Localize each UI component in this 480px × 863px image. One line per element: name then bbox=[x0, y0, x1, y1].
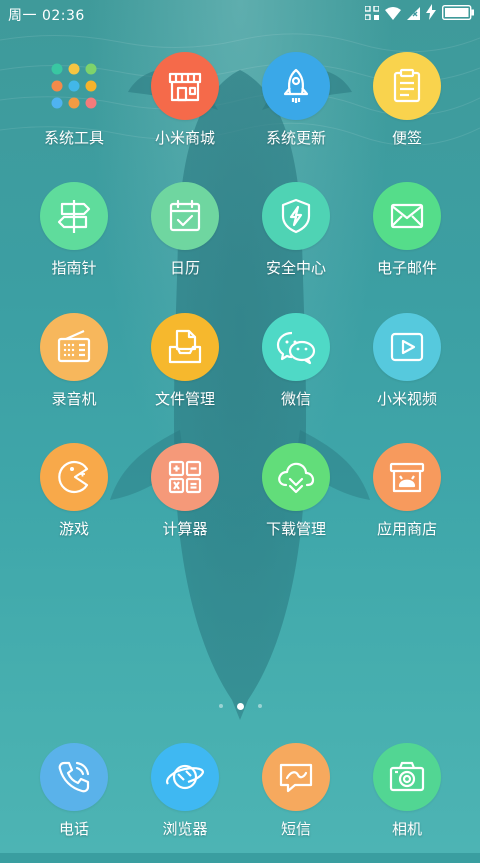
app-label: 相机 bbox=[391, 820, 422, 838]
app-label: 安全中心 bbox=[265, 259, 326, 277]
app-label: 系统更新 bbox=[265, 129, 326, 147]
app-mi-store[interactable]: 小米商城 bbox=[130, 52, 240, 172]
sim-off-icon bbox=[407, 5, 420, 24]
store-icon bbox=[151, 52, 219, 120]
status-bar: 周一 02:36 bbox=[0, 0, 480, 28]
android-store-icon bbox=[373, 443, 441, 511]
folder-icon bbox=[40, 52, 108, 120]
app-label: 小米商城 bbox=[154, 129, 215, 147]
app-label: 浏览器 bbox=[162, 820, 208, 838]
app-mi-video[interactable]: 小米视频 bbox=[352, 313, 462, 433]
app-label: 电话 bbox=[58, 820, 89, 838]
app-label: 文件管理 bbox=[154, 390, 215, 408]
app-security[interactable]: 安全中心 bbox=[241, 182, 351, 302]
app-file-manager[interactable]: 文件管理 bbox=[130, 313, 240, 433]
dock-app-phone[interactable]: 电话 bbox=[19, 743, 129, 863]
app-label: 日历 bbox=[169, 259, 200, 277]
dock-app-messages[interactable]: 短信 bbox=[241, 743, 351, 863]
calendar-icon bbox=[151, 182, 219, 250]
app-label: 电子邮件 bbox=[376, 259, 437, 277]
app-label: 录音机 bbox=[51, 390, 97, 408]
cloud-download-icon bbox=[262, 443, 330, 511]
shield-icon bbox=[262, 182, 330, 250]
app-label: 小米视频 bbox=[376, 390, 437, 408]
dock-app-browser[interactable]: 浏览器 bbox=[130, 743, 240, 863]
app-app-store[interactable]: 应用商店 bbox=[352, 443, 462, 563]
app-label: 便签 bbox=[391, 129, 422, 147]
message-icon bbox=[262, 743, 330, 811]
page-dot[interactable] bbox=[257, 704, 262, 708]
app-recorder[interactable]: 录音机 bbox=[19, 313, 129, 433]
notepad-icon bbox=[373, 52, 441, 120]
app-label: 下载管理 bbox=[265, 520, 326, 538]
app-label: 指南针 bbox=[51, 259, 97, 277]
app-download-manager[interactable]: 下载管理 bbox=[241, 443, 351, 563]
pacman-icon bbox=[40, 443, 108, 511]
app-calculator[interactable]: 计算器 bbox=[130, 443, 240, 563]
phone-icon bbox=[40, 743, 108, 811]
app-label: 游戏 bbox=[58, 520, 89, 538]
calculator-icon bbox=[151, 443, 219, 511]
play-icon bbox=[373, 313, 441, 381]
camera-icon bbox=[373, 743, 441, 811]
radio-icon bbox=[40, 313, 108, 381]
app-games[interactable]: 游戏 bbox=[19, 443, 129, 563]
app-system-update[interactable]: 系统更新 bbox=[241, 52, 351, 172]
page-indicator bbox=[0, 700, 480, 712]
wifi-icon bbox=[385, 5, 401, 24]
status-icons bbox=[364, 4, 474, 24]
page-dot[interactable] bbox=[218, 704, 223, 708]
app-label: 短信 bbox=[280, 820, 311, 838]
page-dot-active[interactable] bbox=[236, 702, 244, 710]
app-email[interactable]: 电子邮件 bbox=[352, 182, 462, 302]
charging-icon bbox=[426, 4, 436, 24]
file-tray-icon bbox=[151, 313, 219, 381]
planet-icon bbox=[151, 743, 219, 811]
status-time: 周一 02:36 bbox=[8, 8, 85, 24]
app-label: 计算器 bbox=[162, 520, 208, 538]
app-label: 系统工具 bbox=[43, 129, 104, 147]
app-label: 微信 bbox=[280, 390, 311, 408]
app-wechat[interactable]: 微信 bbox=[241, 313, 351, 433]
battery-icon bbox=[441, 4, 474, 24]
envelope-icon bbox=[373, 182, 441, 250]
wechat-icon bbox=[262, 313, 330, 381]
grid-icon bbox=[364, 4, 380, 24]
app-notes[interactable]: 便签 bbox=[352, 52, 462, 172]
app-compass[interactable]: 指南针 bbox=[19, 182, 129, 302]
rocket-icon bbox=[262, 52, 330, 120]
app-calendar[interactable]: 日历 bbox=[130, 182, 240, 302]
dock-app-camera[interactable]: 相机 bbox=[352, 743, 462, 863]
app-system-tools[interactable]: 系统工具 bbox=[19, 52, 129, 172]
app-label: 应用商店 bbox=[376, 520, 437, 538]
signpost-icon bbox=[40, 182, 108, 250]
